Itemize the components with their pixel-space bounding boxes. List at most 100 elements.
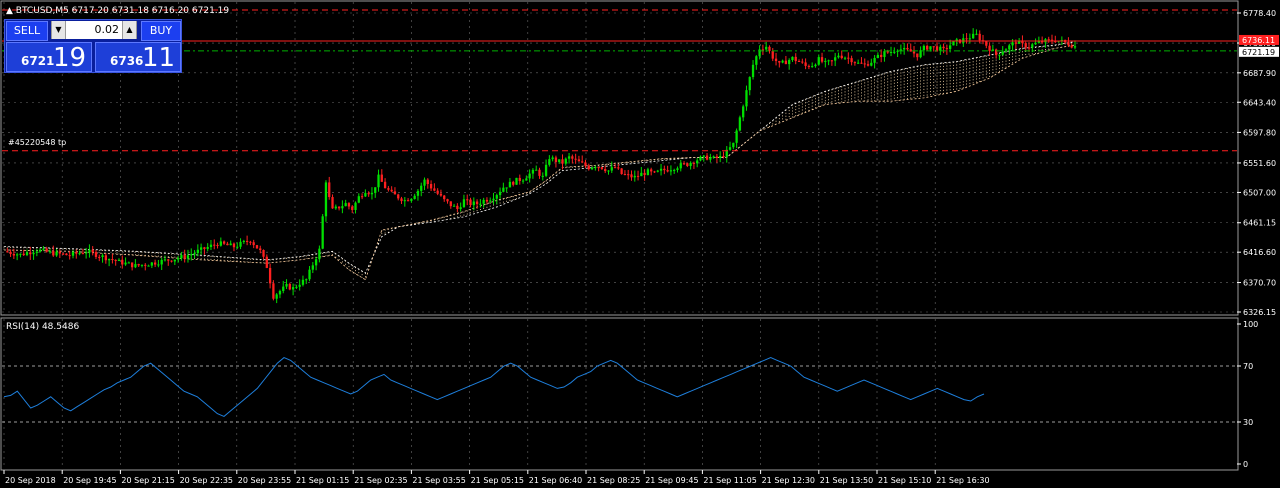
candle-body [485, 199, 489, 202]
candle-body [857, 62, 860, 64]
candle-body [111, 258, 114, 260]
candle-body [738, 117, 742, 131]
lot-size-input[interactable]: ▼ 0.02 ▲ [51, 21, 137, 39]
y-tick-label: 6687.90 [1243, 69, 1276, 78]
candle-body [147, 265, 150, 267]
candle-body [755, 56, 758, 65]
candle-body [840, 55, 843, 59]
candle-body [1034, 42, 1037, 45]
candle-body [282, 286, 285, 291]
candle-body [735, 130, 738, 143]
candle-body [1070, 45, 1073, 48]
candle-body [387, 188, 390, 190]
candle-body [94, 252, 98, 257]
candle-body [203, 247, 206, 249]
candle-body [824, 60, 827, 62]
candle-body [1027, 47, 1031, 49]
candle-body [193, 253, 196, 255]
sell-price-button[interactable]: 6721 19 [6, 42, 92, 73]
candle-body [564, 158, 567, 164]
candle-body [482, 199, 485, 204]
candle-body [926, 45, 929, 50]
sell-button[interactable]: SELL [6, 21, 48, 41]
candle-body [843, 57, 847, 59]
candle-body [68, 255, 71, 257]
candle-body [377, 174, 380, 188]
candle-body [554, 157, 558, 163]
y-tick-label: 6370.70 [1243, 279, 1276, 288]
candle-body [535, 169, 538, 171]
candle-body [278, 290, 282, 295]
candle-body [25, 252, 29, 256]
candle-body [472, 201, 475, 206]
candle-body [347, 203, 351, 207]
candle-body [272, 283, 275, 299]
candle-body [163, 259, 167, 261]
candle-body [443, 195, 446, 200]
candle-body [972, 33, 975, 39]
lot-decrease-arrow-icon[interactable]: ▼ [51, 21, 66, 39]
candle-body [604, 169, 607, 172]
candle-body [140, 264, 144, 266]
candle-body [610, 167, 613, 171]
candle-body [285, 283, 288, 287]
x-tick-label: 21 Sep 01:15 [296, 476, 349, 485]
candle-body [403, 200, 406, 202]
candle-body [245, 240, 249, 242]
candle-body [364, 193, 367, 197]
candle-body [512, 181, 515, 185]
buy-price-small: 6736 [110, 54, 144, 68]
candle-body [600, 167, 604, 170]
candle-body [541, 175, 544, 177]
candle-body [863, 63, 866, 65]
candle-body [222, 241, 226, 244]
chart-background [0, 0, 1280, 488]
candle-body [1073, 46, 1077, 48]
candle-body [242, 240, 245, 242]
candle-body [196, 249, 199, 254]
candle-body [492, 198, 495, 201]
candle-body [860, 62, 863, 64]
candle-body [817, 57, 820, 65]
sell-price-small: 6721 [21, 54, 55, 68]
candle-body [761, 49, 765, 51]
candle-body [15, 254, 19, 256]
candle-body [653, 171, 656, 173]
candle-body [814, 64, 817, 67]
candle-body [659, 168, 663, 171]
candle-body [784, 60, 788, 65]
candle-body [48, 251, 52, 253]
candle-body [1031, 44, 1034, 48]
candle-body [127, 262, 130, 264]
candle-body [525, 178, 528, 181]
candle-body [732, 142, 735, 148]
candle-body [834, 57, 837, 61]
candle-body [255, 245, 259, 249]
candle-body [78, 253, 81, 255]
candle-body [91, 249, 94, 253]
buy-price-button[interactable]: 6736 11 [95, 42, 181, 73]
candle-body [357, 196, 360, 203]
chart-canvas: 6778.406733.006687.906643.406597.806551.… [0, 0, 1280, 488]
candle-body [153, 262, 157, 265]
candle-body [249, 241, 252, 243]
candle-body [876, 54, 880, 58]
candle-body [268, 267, 272, 284]
candle-body [942, 46, 945, 49]
y-tick-label: 6551.60 [1243, 159, 1276, 168]
lot-increase-arrow-icon[interactable]: ▲ [122, 21, 137, 39]
candle-body [548, 159, 551, 165]
x-tick-label: 20 Sep 21:15 [121, 476, 174, 485]
candle-body [19, 253, 22, 255]
candle-body [114, 259, 117, 261]
candle-body [469, 199, 472, 206]
candle-body [771, 50, 774, 59]
candle-body [830, 60, 834, 62]
candle-body [84, 252, 88, 254]
candle-body [199, 247, 203, 250]
candle-body [880, 54, 883, 58]
candle-body [699, 156, 702, 161]
buy-button[interactable]: BUY [141, 21, 181, 41]
candle-body [75, 252, 78, 254]
candle-body [314, 259, 318, 266]
